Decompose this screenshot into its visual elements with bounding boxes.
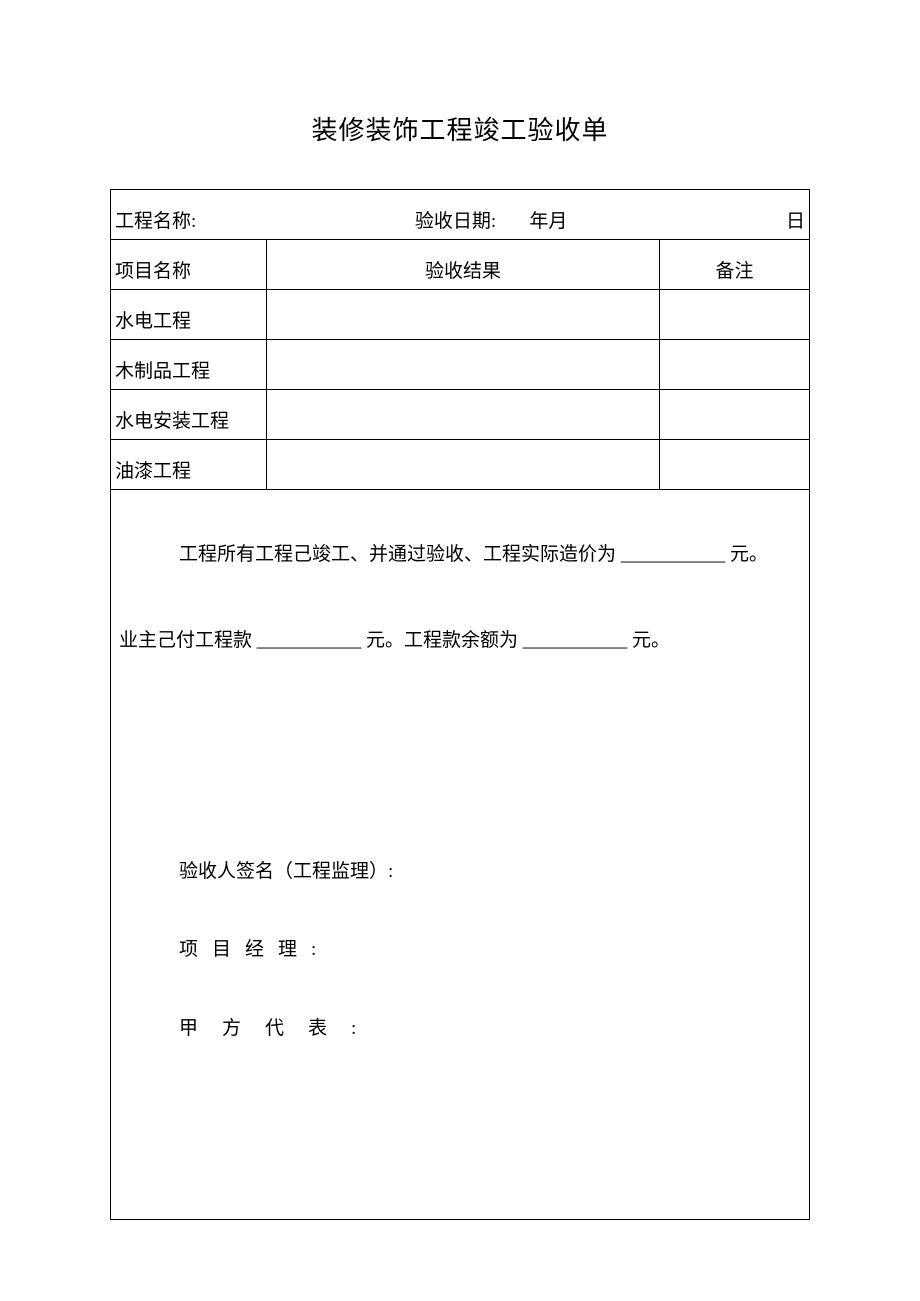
result-cell <box>267 390 660 440</box>
header-remark: 备注 <box>660 240 810 290</box>
signature-block: 验收人签名（工程监理）: 项目经理: 甲方代表: <box>119 857 801 1044</box>
date-label-text: 验收日期: <box>415 211 496 232</box>
acceptance-table: 工程名称: 验收日期: 年月 日 项目名称 验收结果 备注 水电工程 木制品工程… <box>110 189 810 1220</box>
sign-party-a: 甲方代表: <box>179 1014 801 1044</box>
item-label: 木制品工程 <box>111 340 267 390</box>
p2-text-a: 业主己付工程款 <box>119 630 252 651</box>
header-row: 项目名称 验收结果 备注 <box>111 240 810 290</box>
year-month-text: 年月 <box>529 211 567 232</box>
summary-cell: 工程所有工程己竣工、并通过验收、工程实际造价为 ___________ 元。 业… <box>111 490 810 1220</box>
table-row: 木制品工程 <box>111 340 810 390</box>
p1-text-a: 工程所有工程己竣工、并通过验收、工程实际造价为 <box>179 544 616 565</box>
summary-row: 工程所有工程己竣工、并通过验收、工程实际造价为 ___________ 元。 业… <box>111 490 810 1220</box>
blank-1: ___________ <box>621 544 726 565</box>
p1-yuan: 元。 <box>730 544 768 565</box>
sign-manager: 项目经理: <box>179 935 801 965</box>
acceptance-date-label: 验收日期: 年月 <box>415 206 568 233</box>
remark-cell <box>660 340 810 390</box>
table-row: 水电工程 <box>111 290 810 340</box>
header-result: 验收结果 <box>267 240 660 290</box>
sign-inspector: 验收人签名（工程监理）: <box>179 857 801 887</box>
header-item: 项目名称 <box>111 240 267 290</box>
blank-3: ___________ <box>523 630 628 651</box>
item-label: 油漆工程 <box>111 440 267 490</box>
info-cell: 工程名称: 验收日期: 年月 日 <box>111 190 810 240</box>
result-cell <box>267 340 660 390</box>
result-cell <box>267 290 660 340</box>
remark-cell <box>660 440 810 490</box>
remark-cell <box>660 390 810 440</box>
item-label: 水电安装工程 <box>111 390 267 440</box>
result-cell <box>267 440 660 490</box>
remark-cell <box>660 290 810 340</box>
table-row: 油漆工程 <box>111 440 810 490</box>
project-name-label: 工程名称: <box>115 206 196 233</box>
document-title: 装修装饰工程竣工验收单 <box>110 110 810 147</box>
p2-yuan: 元。 <box>632 630 670 651</box>
summary-line-2: 业主己付工程款 ___________ 元。工程款余额为 ___________… <box>119 626 801 656</box>
blank-2: ___________ <box>257 630 362 651</box>
day-text: 日 <box>786 206 805 233</box>
table-row: 水电安装工程 <box>111 390 810 440</box>
item-label: 水电工程 <box>111 290 267 340</box>
info-row: 工程名称: 验收日期: 年月 日 <box>111 190 810 240</box>
p2-text-b: 元。工程款余额为 <box>366 630 518 651</box>
summary-line-1: 工程所有工程己竣工、并通过验收、工程实际造价为 ___________ 元。 <box>119 540 801 570</box>
